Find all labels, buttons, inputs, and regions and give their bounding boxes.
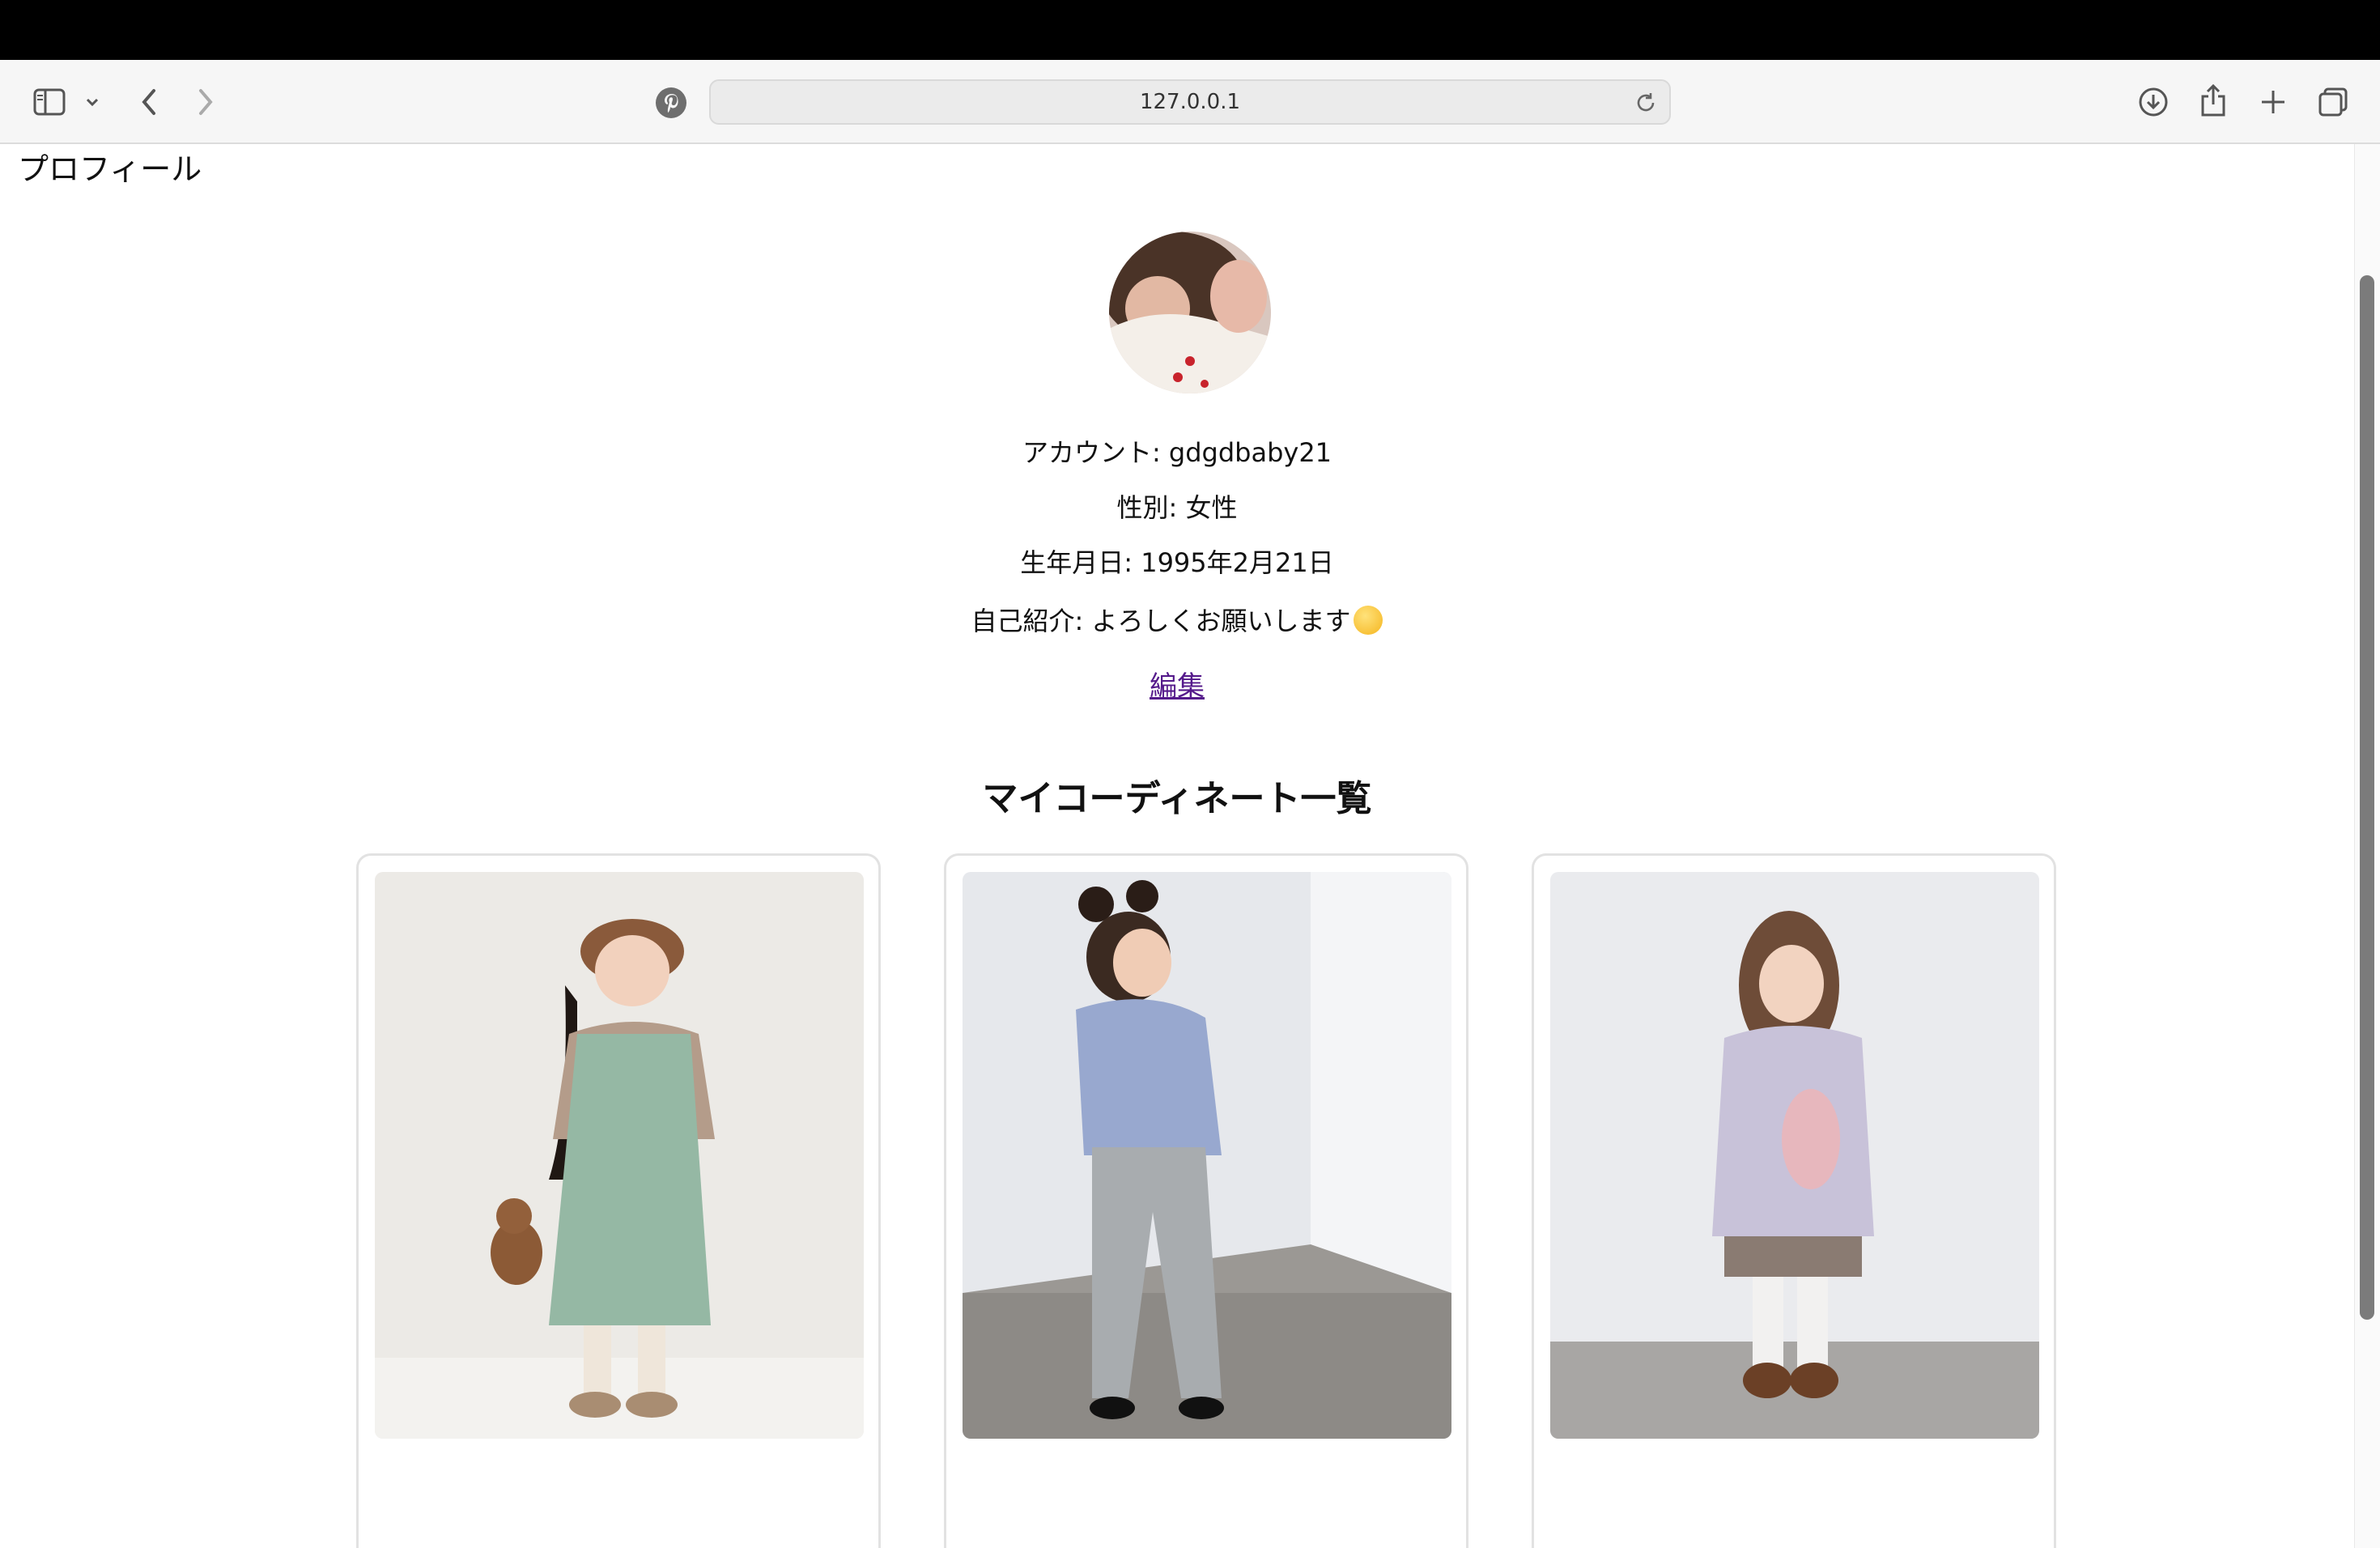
reload-icon[interactable] — [1634, 91, 1658, 118]
tab-overview-icon[interactable] — [2315, 84, 2351, 120]
new-tab-icon[interactable] — [2255, 84, 2291, 120]
edit-link[interactable]: 編集 — [1150, 670, 1205, 703]
chevron-down-icon[interactable] — [81, 92, 104, 112]
section-title: マイコーディネート一覧 — [982, 778, 1372, 819]
browser-toolbar: 127.0.0.1 — [0, 60, 2380, 144]
back-arrow-icon[interactable] — [134, 84, 164, 120]
system-menu-bar — [0, 0, 2380, 60]
avatar — [1109, 232, 1271, 393]
scrollbar[interactable] — [2354, 144, 2380, 1548]
coordinate-photo[interactable] — [375, 872, 864, 1439]
coordinate-photo[interactable] — [1550, 872, 2039, 1439]
page-heading: プロフィール — [18, 151, 202, 187]
sidebar-toggle-icon[interactable] — [31, 84, 68, 120]
gender-text: 性別: 女性 — [1116, 492, 1238, 523]
account-text: アカウント: gdgdbaby21 — [1022, 437, 1332, 468]
coordinate-card[interactable] — [944, 853, 1468, 1548]
coordinate-card[interactable] — [356, 853, 881, 1548]
intro-line: 自己紹介: よろしくお願いします — [0, 601, 2354, 638]
download-icon[interactable] — [2136, 84, 2171, 120]
birthday-text: 生年月日: 1995年2月21日 — [1020, 547, 1334, 578]
scrollbar-thumb[interactable] — [2360, 275, 2374, 1320]
page-content: プロフィール アカウント: gdgdbaby21 性別: 女性 生年月日: 19… — [0, 144, 2354, 1548]
share-icon[interactable] — [2195, 81, 2231, 120]
intro-text: 自己紹介: よろしくお願いします — [971, 606, 1351, 636]
address-bar[interactable]: 127.0.0.1 — [709, 79, 1671, 125]
edit-link-wrapper: 編集 — [0, 664, 2354, 704]
relieved-face-emoji-icon — [1354, 606, 1383, 635]
forward-arrow-icon[interactable] — [191, 84, 220, 120]
url-text[interactable]: 127.0.0.1 — [711, 81, 1669, 123]
coordinate-card[interactable] — [1532, 853, 2056, 1548]
coordinate-photo[interactable] — [963, 872, 1451, 1439]
pinterest-icon[interactable] — [654, 86, 688, 120]
